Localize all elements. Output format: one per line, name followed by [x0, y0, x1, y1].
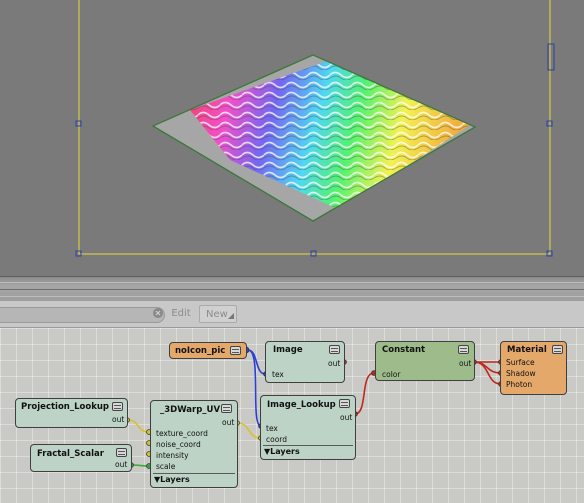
search-clear-icon[interactable] [152, 307, 164, 319]
port-out: out [112, 415, 125, 424]
node-toggle-icon[interactable] [329, 345, 340, 354]
node-title: Image [273, 345, 303, 355]
node-fractal-scalar[interactable]: Fractal_Scalar out [30, 444, 132, 472]
node-image-lookup[interactable]: Image_Lookup out tex coord ▼Layers [260, 395, 356, 460]
port-out: out [115, 460, 128, 469]
wire-warp-to-imagelookup [237, 422, 261, 439]
node-toggle-icon[interactable] [339, 399, 350, 408]
search-input[interactable] [0, 307, 165, 323]
wire-projection-to-warp [127, 419, 150, 433]
port-scale: scale [156, 462, 176, 471]
node-title: _3DWarp_UV [160, 405, 221, 415]
viewport-canvas[interactable] [0, 0, 584, 276]
port-out: out [340, 413, 353, 422]
node-toggle-icon[interactable] [116, 448, 127, 457]
graph-toolbar [0, 301, 584, 328]
frame-handle-side[interactable] [547, 43, 555, 71]
node-toggle-icon[interactable] [458, 345, 469, 354]
new-button-label: New [206, 309, 228, 320]
node-toggle-icon[interactable] [112, 402, 123, 411]
render-viewport[interactable] [0, 0, 584, 276]
node-material[interactable]: Material Surface Shadow Photon [500, 341, 567, 395]
panel-splitter[interactable] [0, 276, 584, 302]
port-tex: tex [266, 424, 278, 433]
port-out: out [459, 359, 472, 368]
node-toggle-icon[interactable] [221, 404, 232, 413]
port-noise-coord: noise_coord [156, 440, 201, 449]
node-noicon-pic[interactable]: noIcon_pic [169, 342, 247, 359]
node-constant[interactable]: Constant out color [375, 341, 475, 381]
new-dropdown-icon [228, 313, 234, 319]
node-title: Projection_Lookup [21, 402, 109, 412]
port-shadow: Shadow [506, 369, 536, 378]
node-separator [153, 473, 235, 474]
node-title: noIcon_pic [175, 346, 226, 356]
layers-toggle[interactable]: ▼Layers [154, 475, 190, 484]
node-title: Material [507, 345, 547, 355]
port-surface: Surface [506, 358, 535, 367]
port-intensity: intensity [156, 451, 189, 460]
node-3dwarp-uv[interactable]: _3DWarp_UV out texture_coord noise_coord… [150, 400, 238, 488]
new-button[interactable]: New [199, 305, 237, 323]
node-toggle-icon[interactable] [552, 345, 563, 354]
ripple-texture [190, 60, 470, 210]
node-projection-lookup[interactable]: Projection_Lookup out [15, 398, 128, 428]
port-color: color [382, 370, 401, 379]
layers-toggle[interactable]: ▼Layers [264, 447, 300, 456]
node-graph[interactable]: noIcon_pic Image out tex Constant out co… [0, 328, 584, 503]
node-separator [263, 445, 353, 446]
node-toggle-icon[interactable] [230, 346, 241, 355]
port-texture-coord: texture_coord [156, 429, 208, 438]
port-out: out [222, 418, 235, 427]
node-title: Fractal_Scalar [37, 449, 104, 459]
port-coord: coord [266, 435, 288, 444]
port-photon: Photon [506, 380, 533, 389]
port-tex: tex [272, 370, 284, 379]
node-image[interactable]: Image out tex [265, 341, 345, 383]
node-title: Constant [382, 345, 426, 355]
wire-noicon-to-image [247, 349, 266, 375]
edit-button[interactable]: Edit [168, 305, 194, 323]
wire-imagelookup-to-constant [354, 372, 375, 415]
port-out: out [328, 359, 341, 368]
node-title: Image_Lookup [267, 400, 336, 410]
